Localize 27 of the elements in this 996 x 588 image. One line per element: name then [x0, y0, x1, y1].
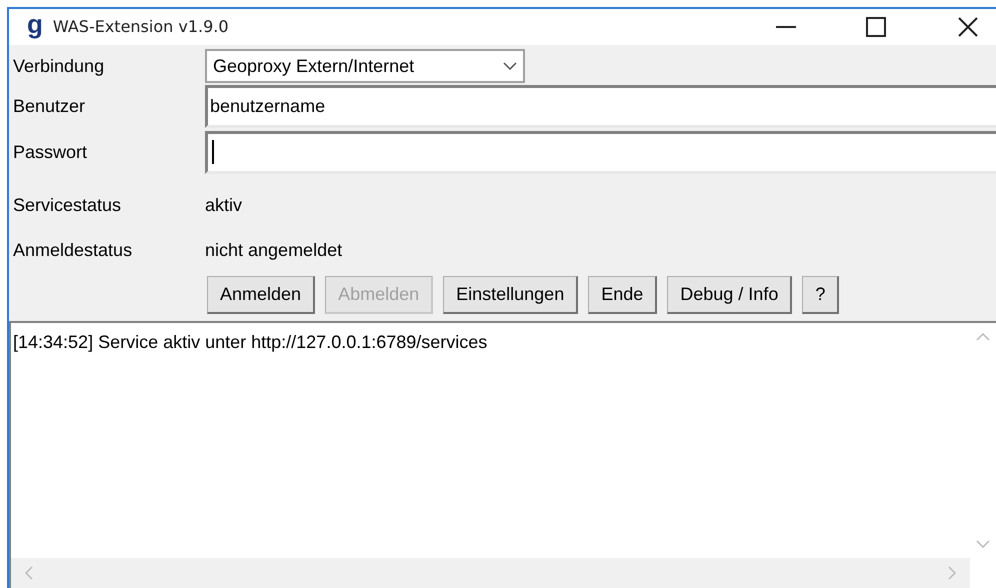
minimize-icon [776, 26, 796, 28]
maximize-icon [866, 17, 886, 37]
field-label: Passwort [12, 140, 88, 164]
password-field[interactable] [205, 130, 996, 174]
action-button[interactable]: Ende [588, 276, 658, 314]
field-label: Benutzer [12, 94, 86, 118]
scroll-down-icon [976, 540, 990, 548]
scroll-right-icon [948, 566, 956, 580]
scroll-left-icon [25, 566, 33, 580]
action-button[interactable]: Einstellungen [443, 276, 578, 314]
scroll-up-icon [976, 333, 990, 341]
app-logo: g [27, 11, 43, 37]
status-label: Anmeldestatus [12, 239, 134, 262]
status-value: aktiv [205, 194, 242, 217]
connection-dropdown[interactable]: Geoproxy Extern/Internet [205, 49, 525, 83]
field-label: Verbindung [12, 54, 106, 78]
user-field[interactable]: benutzername [205, 84, 996, 128]
action-button[interactable]: ? [802, 276, 840, 314]
status-label: Servicestatus [12, 194, 122, 217]
log-line: [14:34:52] Service aktiv unter http://127.0.0.1:6789/services [13, 331, 488, 354]
status-value: nicht angemeldet [205, 239, 342, 262]
chevron-down-icon [503, 62, 517, 70]
horizontal-scrollbar[interactable] [11, 558, 970, 588]
action-button[interactable]: Anmelden [207, 276, 316, 314]
close-icon [958, 17, 978, 37]
window-title: WAS-Extension v1.9.0 [52, 16, 229, 38]
action-button[interactable]: Debug / Info [667, 276, 792, 314]
